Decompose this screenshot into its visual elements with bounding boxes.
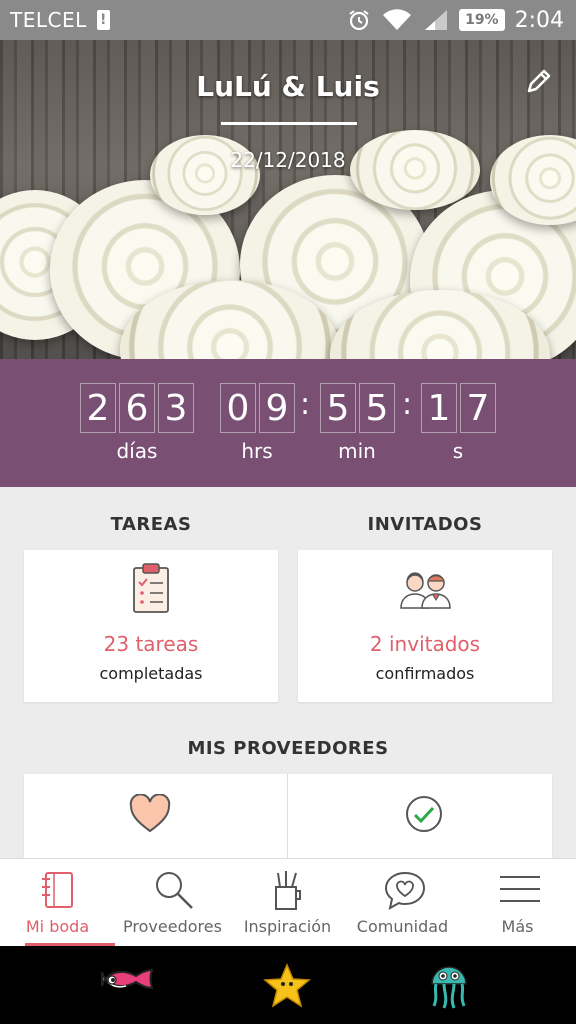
jellyfish-icon[interactable]: [426, 962, 472, 1012]
heart-icon: [129, 794, 171, 833]
tab-label: Más: [501, 917, 534, 936]
days-label: días: [116, 439, 158, 463]
tasks-count: 23 tareas: [103, 632, 199, 656]
status-bar: TELCEL ! 19% 2:04: [0, 0, 576, 40]
status-icons: 19% 2:04: [347, 8, 564, 33]
header-hero: LuLú & Luis 22/12/2018: [0, 40, 576, 359]
starfish-icon[interactable]: [262, 962, 312, 1010]
countdown-digit: 6: [119, 383, 155, 433]
tab-proveedores[interactable]: Proveedores: [115, 859, 230, 947]
battery-icon: 19%: [459, 9, 505, 31]
checkmark-circle-icon: [406, 796, 442, 832]
guests-title: INVITADOS: [367, 514, 483, 535]
couple-names: LuLú & Luis: [196, 70, 380, 103]
bottom-tab-bar: Mi boda Proveedores Inspiración Comunida…: [0, 858, 576, 947]
tab-mas[interactable]: Más: [460, 859, 575, 947]
pencil-cup-icon: [275, 871, 301, 910]
countdown-digit: 5: [359, 383, 395, 433]
tab-label: Inspiración: [243, 917, 332, 936]
notebook-icon: [42, 872, 73, 908]
tab-label: Proveedores: [123, 917, 222, 936]
countdown-separator: :: [300, 387, 311, 422]
rose-image: [150, 135, 260, 215]
seconds-label: s: [452, 439, 464, 463]
countdown-digit: 9: [259, 383, 295, 433]
signal-icon: [425, 10, 448, 30]
countdown-digit: 0: [220, 383, 256, 433]
title-underline: [221, 122, 357, 125]
tab-comunidad[interactable]: Comunidad: [345, 859, 460, 947]
minutes-label: min: [338, 439, 376, 463]
fish-icon[interactable]: [98, 964, 158, 1008]
clock: 2:04: [514, 7, 564, 33]
couple-icon: [400, 572, 451, 609]
sim-alert-icon: !: [96, 10, 110, 30]
search-icon: [156, 872, 193, 909]
guests-card[interactable]: 2 invitados confirmados: [298, 550, 552, 702]
countdown-timer: 2 6 3 0 9 : 5 5 : 1 7 días hrs min s: [0, 359, 576, 487]
alarm-icon: [349, 10, 369, 31]
system-nav-bar: [0, 946, 576, 1024]
tab-label: Comunidad: [356, 917, 449, 936]
wedding-date: 22/12/2018: [230, 148, 346, 172]
carrier-name: TELCEL: [10, 8, 87, 32]
countdown-digit: 7: [460, 383, 496, 433]
clipboard-checklist-icon: [133, 563, 169, 613]
guests-count: 2 invitados: [369, 632, 481, 656]
countdown-separator: :: [402, 387, 413, 422]
menu-icon: [500, 876, 540, 902]
tab-inspiracion[interactable]: Inspiración: [230, 859, 345, 947]
providers-title: MIS PROVEEDORES: [187, 738, 389, 759]
providers-card[interactable]: [24, 774, 552, 864]
tasks-card[interactable]: 23 tareas completadas: [24, 550, 278, 702]
chat-heart-icon: [384, 871, 426, 910]
tasks-title: TAREAS: [110, 514, 192, 535]
tab-mi-boda[interactable]: Mi boda: [0, 859, 115, 947]
guests-subtext: confirmados: [375, 664, 475, 683]
countdown-digit: 5: [320, 383, 356, 433]
tab-label: Mi boda: [25, 917, 90, 936]
providers-divider: [287, 774, 288, 864]
countdown-digit: 3: [158, 383, 194, 433]
wifi-icon: [383, 9, 412, 31]
countdown-digit: 1: [421, 383, 457, 433]
countdown-digit: 2: [80, 383, 116, 433]
tasks-subtext: completadas: [99, 664, 203, 683]
hours-label: hrs: [241, 439, 273, 463]
pencil-icon[interactable]: [524, 66, 554, 96]
